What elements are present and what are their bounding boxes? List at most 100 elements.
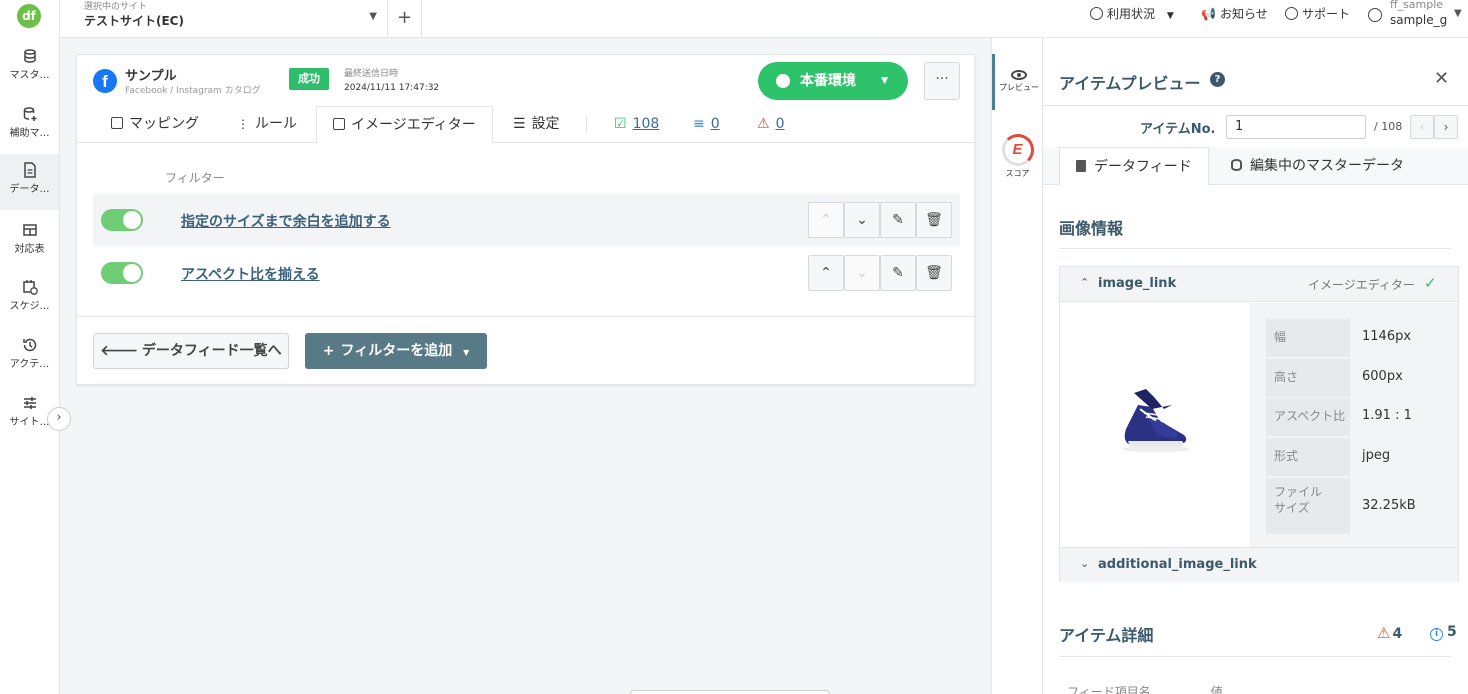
usage-menu[interactable]: 利用状況 ▼ <box>1090 0 1174 28</box>
stat-warnings[interactable]: ⚠ 0 <box>757 106 784 143</box>
preview-toolbar: プレビュー E スコア <box>991 38 1043 694</box>
tab-settings[interactable]: ☰ 設定 <box>513 106 560 143</box>
item-no-input[interactable]: 1 <box>1226 115 1366 139</box>
tab-divider <box>586 116 587 134</box>
check-icon: ✓ <box>1424 274 1437 292</box>
document-icon <box>23 162 36 178</box>
trash-icon: 🗑 <box>925 212 943 228</box>
usage-icon <box>1090 7 1103 20</box>
trash-icon: 🗑 <box>925 265 943 281</box>
user-account: ff_sample <box>1390 0 1444 11</box>
user-menu[interactable]: ff_sample sample_g ▼ <box>1368 0 1468 38</box>
sidebar-item-label: データ… <box>9 184 50 195</box>
filter-name-link[interactable]: アスペクト比を揃える <box>181 264 320 284</box>
sidebar-expand-button[interactable]: › <box>47 407 71 431</box>
delete-button[interactable]: 🗑 <box>916 255 952 291</box>
sidebar-item-sub-master[interactable]: 補助マ… <box>0 98 59 154</box>
item-preview-panel: アイテムプレビュー ? ✕ アイテムNo. 1 / 108 ‹ › データフィー… <box>1043 38 1468 694</box>
stat-ok[interactable]: ☑ 108 <box>614 106 659 143</box>
move-down-button[interactable]: ⌄ <box>844 255 880 291</box>
sidebar-item-label: 対応表 <box>14 244 45 255</box>
feed-tabs: マッピング ⋮ ルール イメージエディター ☰ 設定 ☑ 108 ≡ 0 ⚠ 0 <box>77 106 976 144</box>
meta-label: 形式 <box>1266 438 1350 476</box>
check-square-icon: ☑ <box>614 116 627 132</box>
move-up-button[interactable]: ⌃ <box>808 202 844 238</box>
arrow-left-icon: 🡐 <box>100 343 138 359</box>
item-no-label: アイテムNo. <box>1140 122 1216 137</box>
add-filter-button[interactable]: + フィルターを追加 ▼ <box>305 333 487 369</box>
site-selector-caption: 選択中のサイト <box>84 2 148 12</box>
sidebar-item-mapping-table[interactable]: 対応表 <box>0 214 59 270</box>
document-icon <box>1076 160 1086 172</box>
move-down-button[interactable]: ⌄ <box>844 202 880 238</box>
back-to-feeds-button[interactable]: 🡐 データフィード一覧へ <box>93 333 289 369</box>
help-icon[interactable]: ? <box>1210 72 1225 87</box>
usage-label: 利用状況 <box>1107 7 1156 21</box>
status-badge: 成功 <box>289 68 329 90</box>
close-icon[interactable]: ✕ <box>1434 68 1449 89</box>
caret-down-icon: ▼ <box>463 348 470 357</box>
chevron-up-icon: ⌃ <box>820 265 832 281</box>
tab-mapping[interactable]: マッピング <box>111 106 199 143</box>
notice-link[interactable]: 📢 お知らせ <box>1201 0 1268 28</box>
meta-value: jpeg <box>1362 448 1391 463</box>
sidebar-item-label: マスタ… <box>9 70 50 81</box>
additional-image-link-label: additional_image_link <box>1098 557 1257 572</box>
filter-toggle[interactable] <box>101 262 143 284</box>
next-item-button[interactable]: › <box>1434 115 1458 139</box>
preview-label: プレビュー <box>999 83 1039 92</box>
pencil-icon: ✎ <box>892 212 904 228</box>
more-button[interactable]: ··· <box>924 62 960 100</box>
divider <box>1059 656 1451 657</box>
history-icon <box>22 338 36 352</box>
scroll-indicator[interactable] <box>630 690 830 694</box>
additional-image-link-header[interactable]: ⌄ additional_image_link <box>1060 547 1458 582</box>
chevron-right-icon: › <box>56 410 62 425</box>
calendar-clock-icon <box>22 280 38 295</box>
prev-item-button[interactable]: ‹ <box>1410 115 1434 139</box>
tab-data-feed[interactable]: データフィード <box>1059 147 1209 186</box>
meta-value: 600px <box>1362 369 1403 384</box>
support-link[interactable]: サポート <box>1285 0 1350 28</box>
filter-name-link[interactable]: 指定のサイズまで余白を追加する <box>181 211 391 231</box>
sidebar-item-data-feed[interactable]: データ… <box>0 154 59 210</box>
meta-label: アスペクト比 <box>1266 398 1350 436</box>
edit-square-icon <box>333 118 345 130</box>
last-sent-label: 最終送信日時 <box>344 69 399 79</box>
chevron-up-icon: ⌃ <box>1080 276 1090 289</box>
toggle-knob <box>123 211 141 229</box>
move-up-button[interactable]: ⌃ <box>808 255 844 291</box>
info-counter[interactable]: i5 <box>1430 624 1457 641</box>
sidebar-item-activity[interactable]: アクテ… <box>0 329 59 385</box>
delete-button[interactable]: 🗑 <box>916 202 952 238</box>
info-count: 5 <box>1447 624 1457 640</box>
tab-rules[interactable]: ⋮ ルール <box>237 106 297 143</box>
sidebar-item-master[interactable]: マスタ… <box>0 40 59 96</box>
sidebar-item-schedule[interactable]: スケジ… <box>0 271 59 327</box>
tab-editing-master-data[interactable]: 編集中のマスターデータ <box>1215 147 1420 185</box>
database-plus-icon <box>23 107 36 121</box>
notice-label: お知らせ <box>1219 7 1268 21</box>
tab-image-editor[interactable]: イメージエディター <box>316 106 493 144</box>
warning-counter[interactable]: ⚠ 4 <box>1377 624 1402 642</box>
divider <box>1043 105 1468 106</box>
stat-excluded[interactable]: ≡ 0 <box>693 106 720 143</box>
image-link-label: image_link <box>1098 276 1177 291</box>
image-link-header[interactable]: ⌃ image_link イメージエディター ✓ <box>1060 267 1458 302</box>
help-circle-icon <box>1285 7 1298 20</box>
plus-icon: + <box>396 7 413 28</box>
filter-toggle[interactable] <box>101 209 143 231</box>
add-site-button[interactable]: + <box>388 0 422 38</box>
user-icon <box>1368 8 1382 22</box>
edit-button[interactable]: ✎ <box>880 202 916 238</box>
score-toggle[interactable]: E スコア <box>992 134 1043 184</box>
warning-icon: ⚠ <box>1377 624 1391 642</box>
excluded-count: 0 <box>710 116 720 132</box>
app-logo[interactable]: df <box>17 4 41 28</box>
preview-toggle[interactable]: プレビュー <box>992 54 1043 110</box>
caret-down-icon: ▼ <box>881 76 888 86</box>
edit-button[interactable]: ✎ <box>880 255 916 291</box>
plus-icon: + <box>322 343 335 359</box>
site-selector[interactable]: 選択中のサイト テストサイト(EC) ▼ <box>60 0 388 38</box>
environment-button[interactable]: 本番環境 ▼ <box>758 62 908 100</box>
